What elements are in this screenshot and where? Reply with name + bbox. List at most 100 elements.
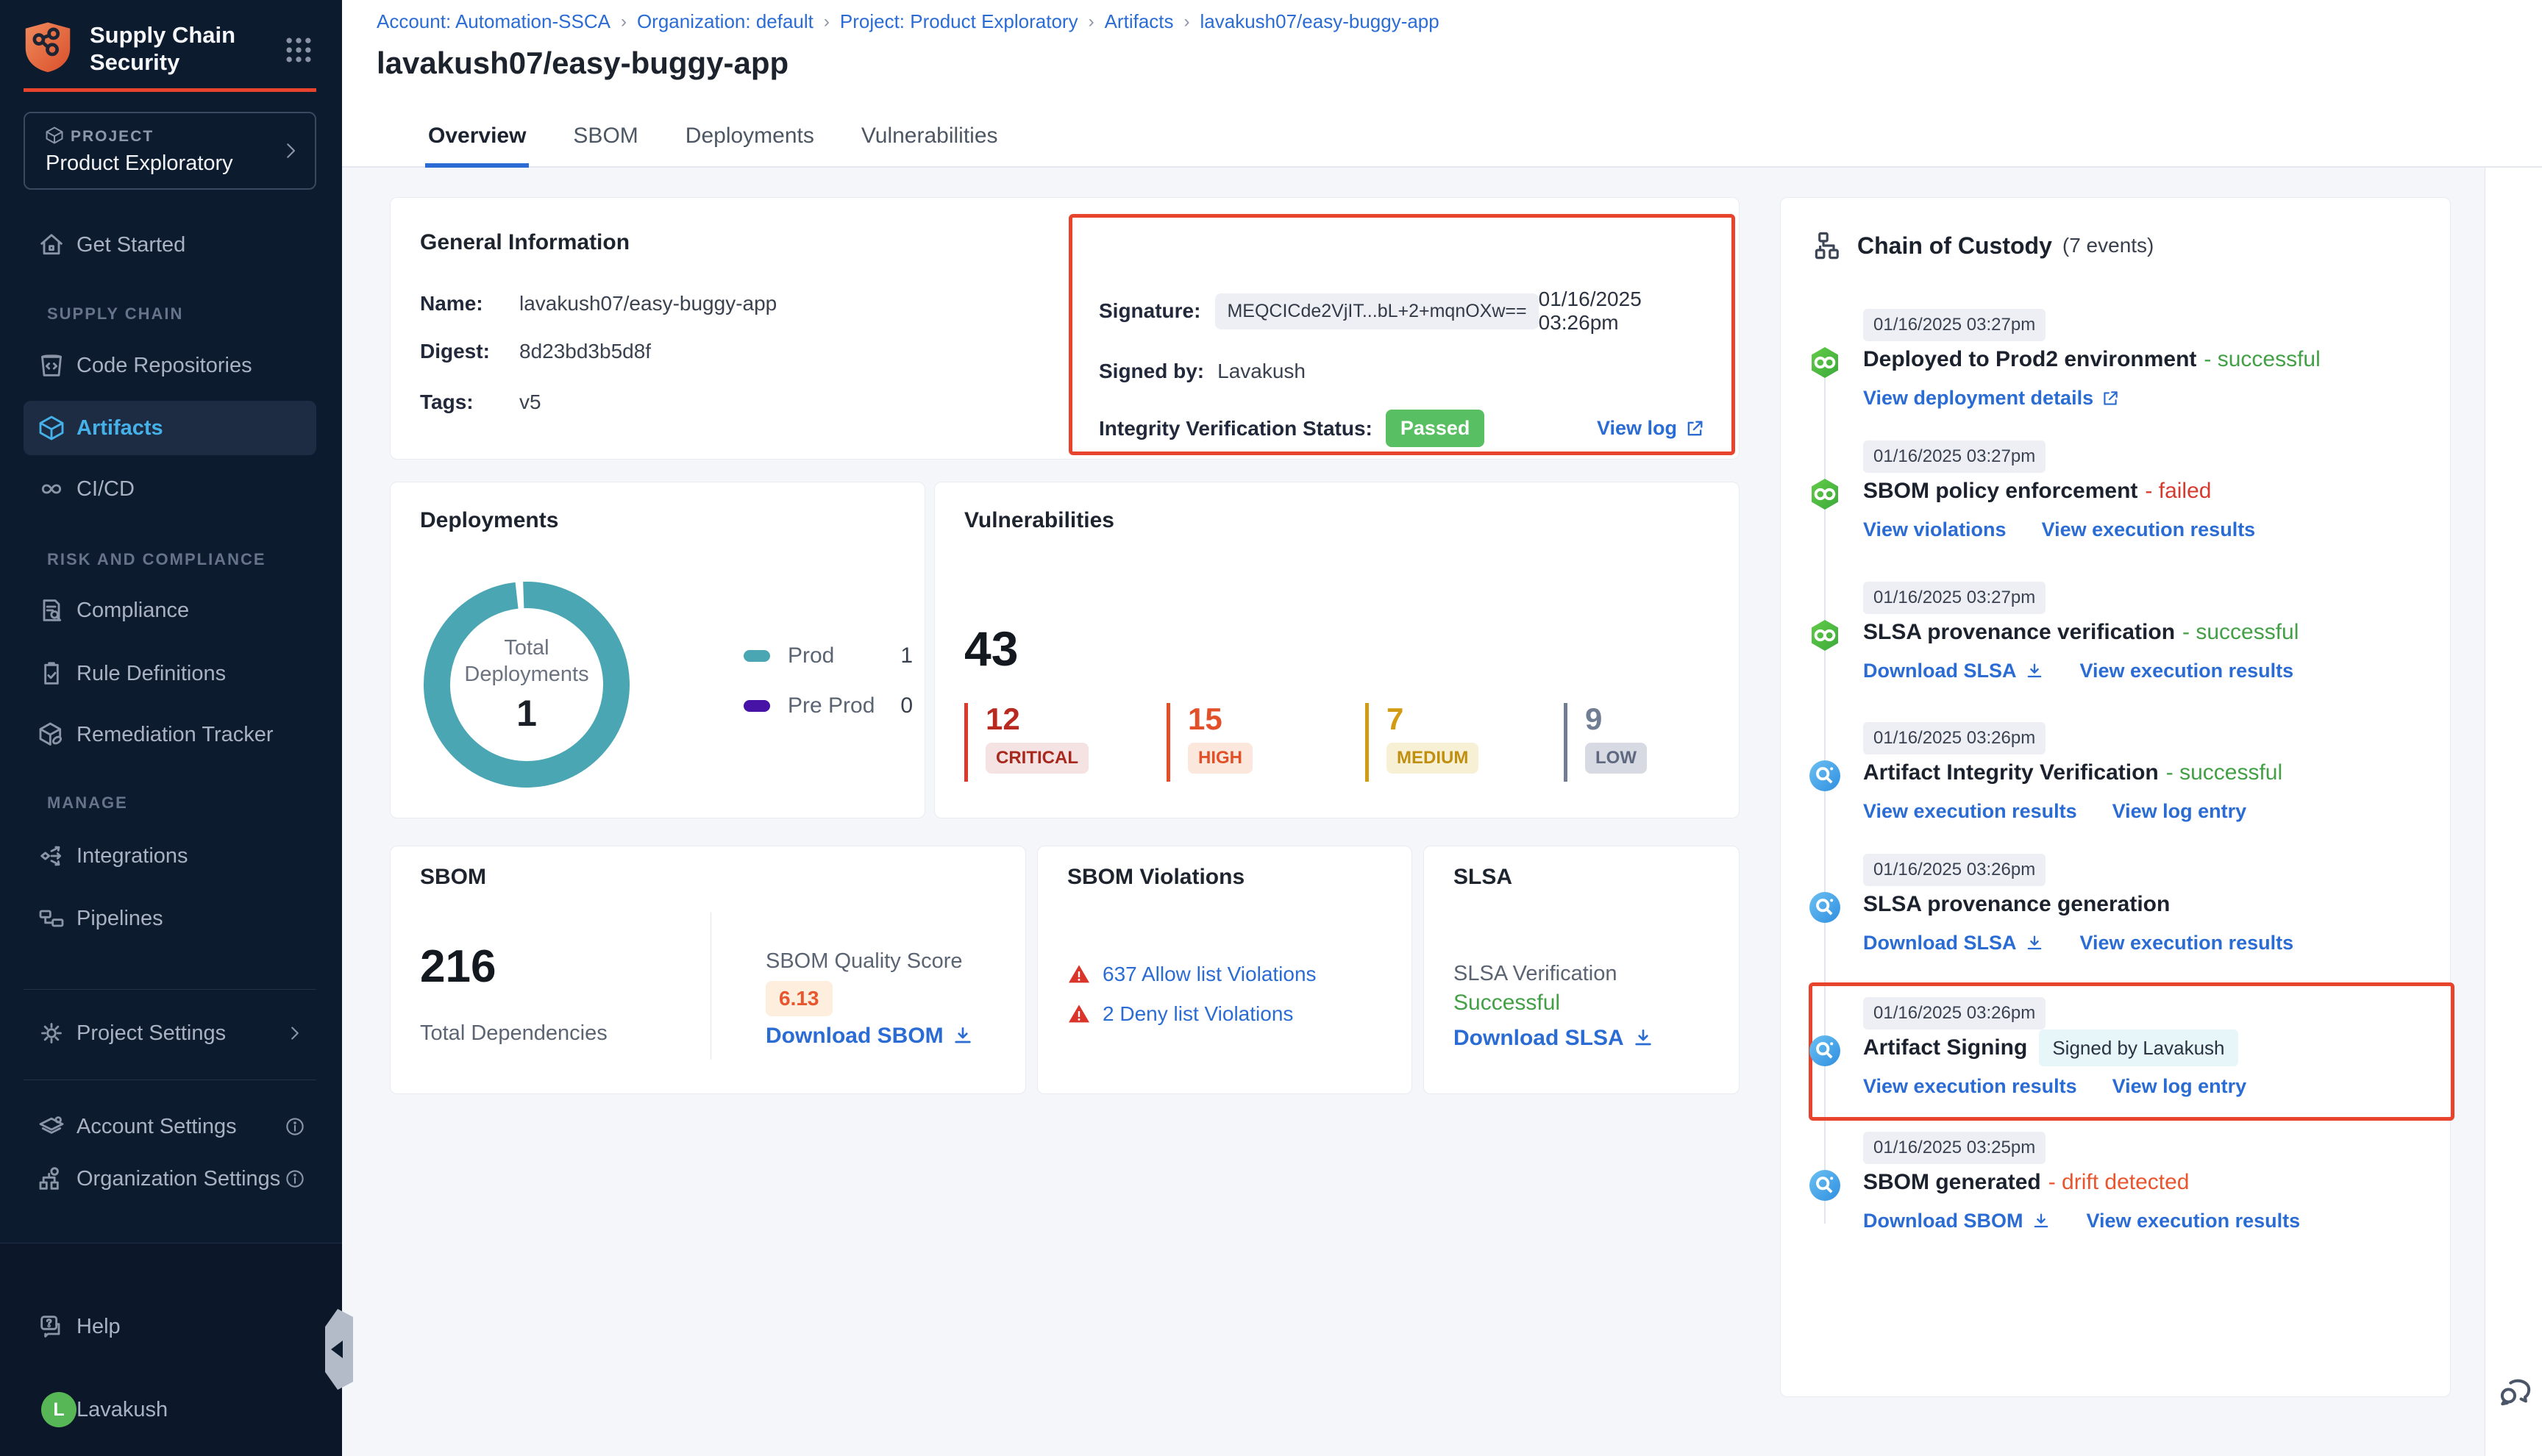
slsa-verification-event-icon xyxy=(1807,618,1843,653)
signature-value[interactable]: MEQCICde2VjIT...bL+2+mqnOXw== xyxy=(1215,293,1538,329)
view-execution-results-link[interactable]: View execution results xyxy=(2080,660,2294,682)
event-timestamp: 01/16/2025 03:25pm xyxy=(1863,1132,2046,1164)
event-title-text: SBOM generated xyxy=(1863,1170,2041,1194)
sidebar-user[interactable]: L Lavakush xyxy=(24,1382,316,1437)
link-label: Download SLSA xyxy=(1863,660,2017,682)
sidebar-item-pipelines[interactable]: Pipelines xyxy=(24,891,316,946)
view-deployment-details-link[interactable]: View deployment details xyxy=(1863,387,2120,410)
vulnerabilities-card: Vulnerabilities 43 12 CRITICAL 15 HIGH 7… xyxy=(934,482,1740,818)
sbom-generated-event-icon xyxy=(1807,1168,1843,1203)
avatar: L xyxy=(41,1392,76,1427)
legend-prod: Prod 1 xyxy=(744,641,913,671)
sidebar-item-label: Artifacts xyxy=(76,416,163,440)
field-tags: Tags:v5 xyxy=(420,390,541,414)
link-label: Download SBOM xyxy=(1863,1210,2023,1232)
tab-vulnerabilities[interactable]: Vulnerabilities xyxy=(858,124,1001,168)
project-selector[interactable]: PROJECT Product Exploratory xyxy=(24,112,316,190)
sidebar-item-code-repositories[interactable]: Code Repositories xyxy=(24,338,316,393)
policy-event-icon xyxy=(1807,477,1843,512)
warning-icon xyxy=(1067,963,1091,986)
view-execution-results-link[interactable]: View execution results xyxy=(2080,932,2294,954)
sidebar-item-account-settings[interactable]: Account Settings xyxy=(24,1099,316,1154)
breadcrumb-artifacts[interactable]: Artifacts xyxy=(1105,10,1174,33)
sidebar-item-compliance[interactable]: Compliance xyxy=(24,583,316,638)
view-execution-results-link[interactable]: View execution results xyxy=(2042,518,2256,541)
view-execution-results-link[interactable]: View execution results xyxy=(1863,800,2077,823)
severity-medium: 7 MEDIUM xyxy=(1365,703,1478,782)
event-sbom-generated: 01/16/2025 03:25pm SBOM generated- drift… xyxy=(1863,1132,2422,1164)
chain-of-custody-card: Chain of Custody (7 events) 01/16/2025 0… xyxy=(1780,197,2451,1397)
sidebar-item-cicd[interactable]: CI/CD xyxy=(24,462,316,516)
download-slsa-link[interactable]: Download SLSA xyxy=(1863,932,2045,954)
download-sbom-link[interactable]: Download SBOM xyxy=(766,1024,975,1049)
sidebar-item-project-settings[interactable]: Project Settings xyxy=(24,1006,316,1060)
app-switcher-icon[interactable] xyxy=(282,34,315,66)
sidebar-item-rule-definitions[interactable]: Rule Definitions xyxy=(24,646,316,701)
hierarchy-icon xyxy=(1813,230,1844,261)
signature-label: Signature: xyxy=(1099,299,1200,323)
project-eyebrow: PROJECT xyxy=(71,128,154,146)
allow-list-violations-link[interactable]: 637 Allow list Violations xyxy=(1103,963,1317,986)
brand-header: Supply Chain Security xyxy=(24,16,318,81)
breadcrumb: Account: Automation-SSCA › Organization:… xyxy=(377,10,1439,33)
sbom-card: SBOM 216 Total Dependencies SBOM Quality… xyxy=(390,846,1026,1094)
sidebar-item-label: Pipelines xyxy=(76,907,163,931)
slsa-generation-event-icon xyxy=(1807,890,1843,925)
user-name: Lavakush xyxy=(76,1398,168,1422)
download-slsa-link[interactable]: Download SLSA xyxy=(1863,660,2045,682)
view-log-entry-link[interactable]: View log entry xyxy=(2112,1075,2247,1098)
slsa-verification-label: SLSA Verification xyxy=(1453,962,1617,986)
chain-of-custody-count: (7 events) xyxy=(2062,234,2154,257)
view-log-entry-link[interactable]: View log entry xyxy=(2112,800,2247,823)
prod-swatch xyxy=(744,650,770,662)
card-title: General Information xyxy=(420,230,630,255)
download-sbom-link[interactable]: Download SBOM xyxy=(1863,1210,2051,1232)
sidebar-item-get-started[interactable]: Get Started xyxy=(24,218,316,272)
legend-value: 1 xyxy=(900,643,913,668)
brand-shield-icon xyxy=(24,21,72,77)
infinity-icon xyxy=(37,474,66,504)
sidebar-item-remediation-tracker[interactable]: Remediation Tracker xyxy=(24,707,316,762)
sidebar-item-label: Remediation Tracker xyxy=(76,723,274,747)
section-supply-chain: SUPPLY CHAIN xyxy=(47,304,183,324)
external-link-icon xyxy=(1684,418,1705,439)
sbom-total: 216 xyxy=(420,941,496,993)
tab-deployments[interactable]: Deployments xyxy=(683,124,817,168)
severity-count: 12 xyxy=(986,703,1089,735)
event-timestamp: 01/16/2025 03:27pm xyxy=(1863,582,2046,614)
project-cube-icon xyxy=(44,125,65,146)
event-title: SBOM policy enforcement- failed xyxy=(1863,479,2422,504)
sidebar-item-integrations[interactable]: Integrations xyxy=(24,829,316,883)
card-title: Vulnerabilities xyxy=(964,508,1114,533)
breadcrumb-current[interactable]: lavakush07/easy-buggy-app xyxy=(1200,10,1439,33)
view-log-link[interactable]: View log xyxy=(1597,417,1705,440)
sidebar-item-organization-settings[interactable]: Organization Settings xyxy=(24,1152,316,1206)
breadcrumb-separator: › xyxy=(824,12,830,32)
sidebar-item-artifacts[interactable]: Artifacts xyxy=(24,401,316,455)
event-links: Download SBOM View execution results xyxy=(1863,1210,2300,1232)
view-execution-results-link[interactable]: View execution results xyxy=(1863,1075,2077,1098)
deny-list-violations-row: 2 Deny list Violations xyxy=(1067,1002,1293,1026)
breadcrumb-account[interactable]: Account: Automation-SSCA xyxy=(377,10,610,33)
right-gutter xyxy=(2485,168,2542,1456)
allow-list-violations-row: 637 Allow list Violations xyxy=(1067,963,1317,986)
download-icon xyxy=(951,1024,975,1048)
breadcrumb-organization[interactable]: Organization: default xyxy=(637,10,813,33)
download-slsa-link[interactable]: Download SLSA xyxy=(1453,1026,1655,1051)
view-violations-link[interactable]: View violations xyxy=(1863,518,2007,541)
flowchart-icon xyxy=(37,904,66,933)
vulnerabilities-total: 43 xyxy=(964,621,1018,677)
sidebar-item-label: Project Settings xyxy=(76,1021,226,1046)
event-links: View execution results View log entry xyxy=(1863,1075,2246,1098)
breadcrumb-project[interactable]: Project: Product Exploratory xyxy=(840,10,1078,33)
deny-list-violations-link[interactable]: 2 Deny list Violations xyxy=(1103,1002,1293,1026)
section-risk-compliance: RISK AND COMPLIANCE xyxy=(47,550,266,569)
event-timestamp: 01/16/2025 03:27pm xyxy=(1863,309,2046,341)
tab-sbom[interactable]: SBOM xyxy=(570,124,641,168)
chat-widget-button[interactable] xyxy=(2495,1372,2535,1412)
view-execution-results-link[interactable]: View execution results xyxy=(2087,1210,2301,1232)
sidebar-collapse-handle[interactable] xyxy=(325,1309,353,1390)
project-name: Product Exploratory xyxy=(46,151,233,176)
sidebar-item-help[interactable]: Help xyxy=(24,1299,316,1354)
tab-overview[interactable]: Overview xyxy=(425,124,529,168)
